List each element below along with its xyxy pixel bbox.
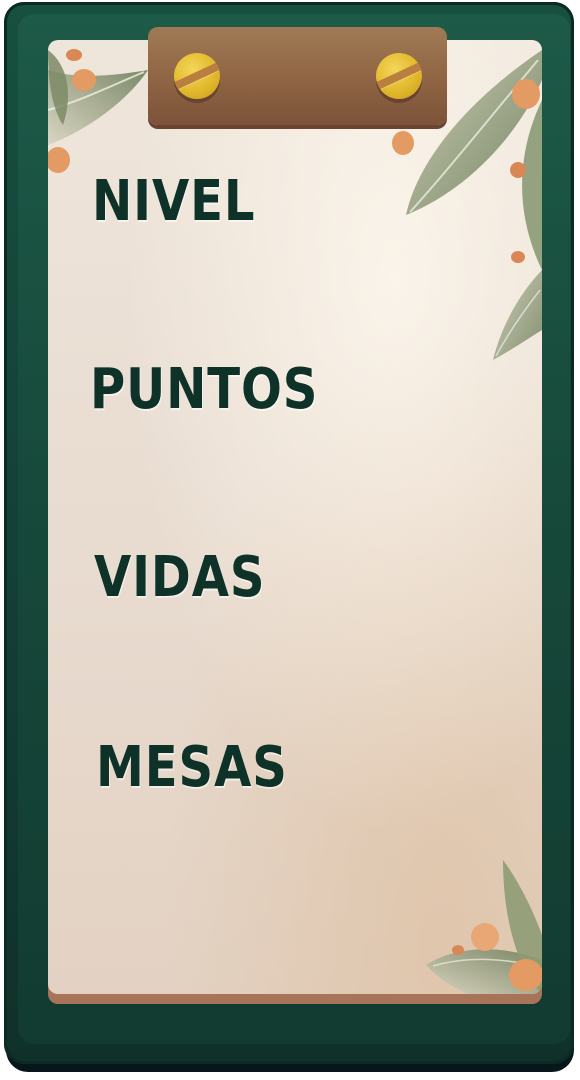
paper-clip [148, 27, 447, 125]
leaf-icon [493, 270, 542, 360]
screw-icon [376, 53, 422, 99]
leaf-icon [522, 100, 542, 270]
stat-label-mesas: MESAS [96, 735, 288, 800]
stat-label-vidas: VIDAS [94, 545, 266, 610]
leaf-icon [48, 70, 148, 145]
leaf-icon [426, 949, 542, 994]
stat-label-nivel: NIVEL [92, 169, 256, 234]
leaf-icon [503, 860, 542, 994]
stat-label-puntos: PUNTOS [90, 357, 319, 422]
screw-icon [174, 53, 220, 99]
leaf-icon [48, 50, 68, 125]
